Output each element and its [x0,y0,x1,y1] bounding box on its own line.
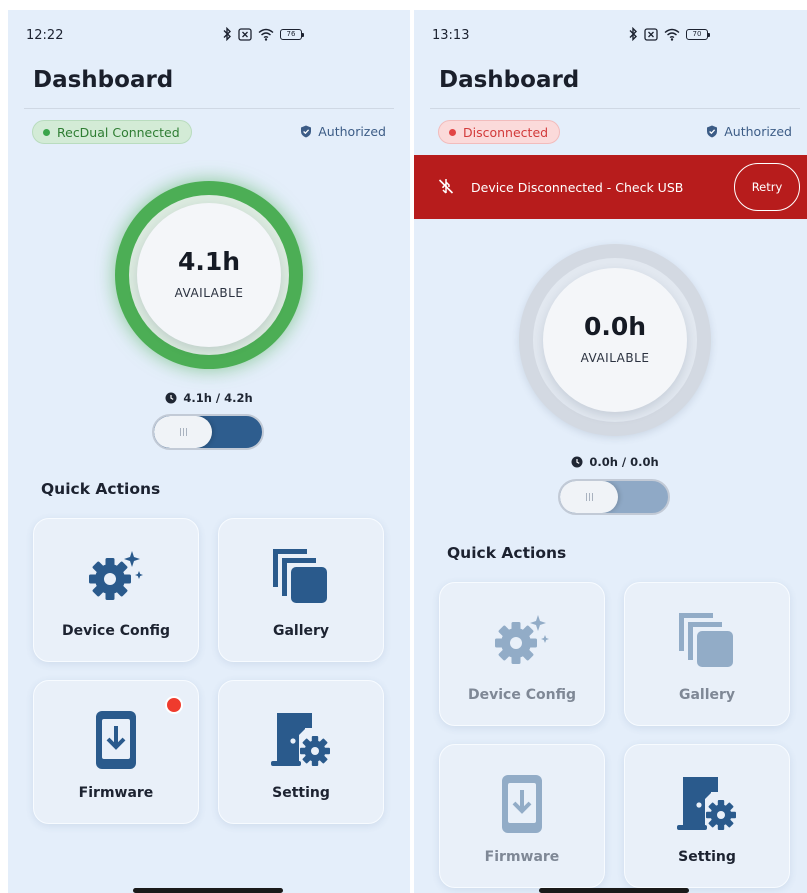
wifi-icon [664,28,680,41]
gauge-value: 4.1h [177,247,241,276]
status-bar: 12:22 76 [8,10,410,60]
connection-label: RecDual Connected [57,124,180,140]
toggle-knob [154,416,212,448]
usage-readout: 0.0h / 0.0h [414,455,807,469]
bluetooth-icon [629,27,637,41]
alert-message: Device Disconnected - Check USB [471,180,684,195]
device-config-button[interactable]: Device Config [439,582,605,726]
bluetooth-icon [223,27,231,41]
available-time-gauge: 0.0h AVAILABLE [519,244,711,436]
gauge-center: 4.1h AVAILABLE [137,203,281,347]
status-time: 12:22 [26,28,64,43]
device-config-label: Device Config [468,687,576,703]
home-indicator[interactable] [133,888,283,893]
header-divider [430,108,800,109]
battery-icon: 76 [280,28,304,40]
phone-download-icon [34,709,198,771]
shield-check-icon [301,125,312,138]
disconnect-alert-banner: Device Disconnected - Check USB Retry [414,155,807,219]
retry-button[interactable]: Retry [734,163,800,211]
door-gear-icon [625,773,789,833]
status-time: 13:13 [432,28,470,43]
door-gear-icon [219,709,383,769]
available-time-gauge: 4.1h AVAILABLE [115,181,303,369]
gear-sparkle-icon [440,611,604,667]
usage-text: 0.0h / 0.0h [589,455,659,469]
gallery-label: Gallery [678,687,736,703]
gallery-icon [219,547,383,607]
firmware-button[interactable]: Firmware [439,744,605,888]
device-config-label: Device Config [62,623,170,639]
status-icons: 70 [628,24,710,44]
header-divider [24,108,394,109]
connection-badge: Disconnected [438,120,561,144]
gauge-value: 0.0h [583,312,647,341]
recording-toggle[interactable] [152,414,264,450]
no-sim-icon [644,27,658,41]
firmware-label: Firmware [78,785,154,801]
setting-label: Setting [272,785,330,801]
shield-check-icon [707,125,718,138]
recording-toggle[interactable] [558,479,670,515]
gauge-unit: AVAILABLE [174,286,244,300]
authorized-badge: Authorized [300,124,386,139]
page-title: Dashboard [439,67,580,93]
setting-button[interactable]: Setting [218,680,384,824]
phone-download-icon [440,773,604,835]
quick-actions-heading: Quick Actions [447,544,567,562]
gauge-center: 0.0h AVAILABLE [543,268,687,412]
gear-sparkle-icon [34,547,198,603]
wifi-icon [258,28,274,41]
usage-text: 4.1h / 4.2h [183,391,253,405]
setting-button[interactable]: Setting [624,744,790,888]
usage-readout: 4.1h / 4.2h [8,391,410,405]
authorized-label: Authorized [724,124,792,139]
status-icons: 76 [222,24,304,44]
gauge-unit: AVAILABLE [580,351,650,365]
firmware-label: Firmware [484,849,560,865]
gallery-label: Gallery [272,623,330,639]
authorized-label: Authorized [318,124,386,139]
gallery-button[interactable]: Gallery [218,518,384,662]
toggle-knob [560,481,618,513]
screen-disconnected: 13:13 70 Dashboard Disconnected Authoriz… [414,10,807,893]
usb-off-icon [438,179,454,194]
page-title: Dashboard [33,67,174,93]
clock-icon [571,456,583,468]
setting-label: Setting [678,849,736,865]
connection-status-dot [449,128,456,136]
authorized-badge: Authorized [706,124,792,139]
firmware-button[interactable]: Firmware [33,680,199,824]
battery-icon: 70 [686,28,710,40]
device-config-button[interactable]: Device Config [33,518,199,662]
connection-badge: RecDual Connected [32,120,192,144]
clock-icon [165,392,177,404]
gallery-button[interactable]: Gallery [624,582,790,726]
status-bar: 13:13 70 [414,10,807,60]
no-sim-icon [238,27,252,41]
home-indicator[interactable] [539,888,689,893]
connection-label: Disconnected [463,124,549,140]
quick-actions-heading: Quick Actions [41,480,161,498]
screen-connected: 12:22 76 Dashboard RecDual Connected Aut… [8,10,410,893]
connection-status-dot [43,128,50,136]
gallery-icon [625,611,789,671]
